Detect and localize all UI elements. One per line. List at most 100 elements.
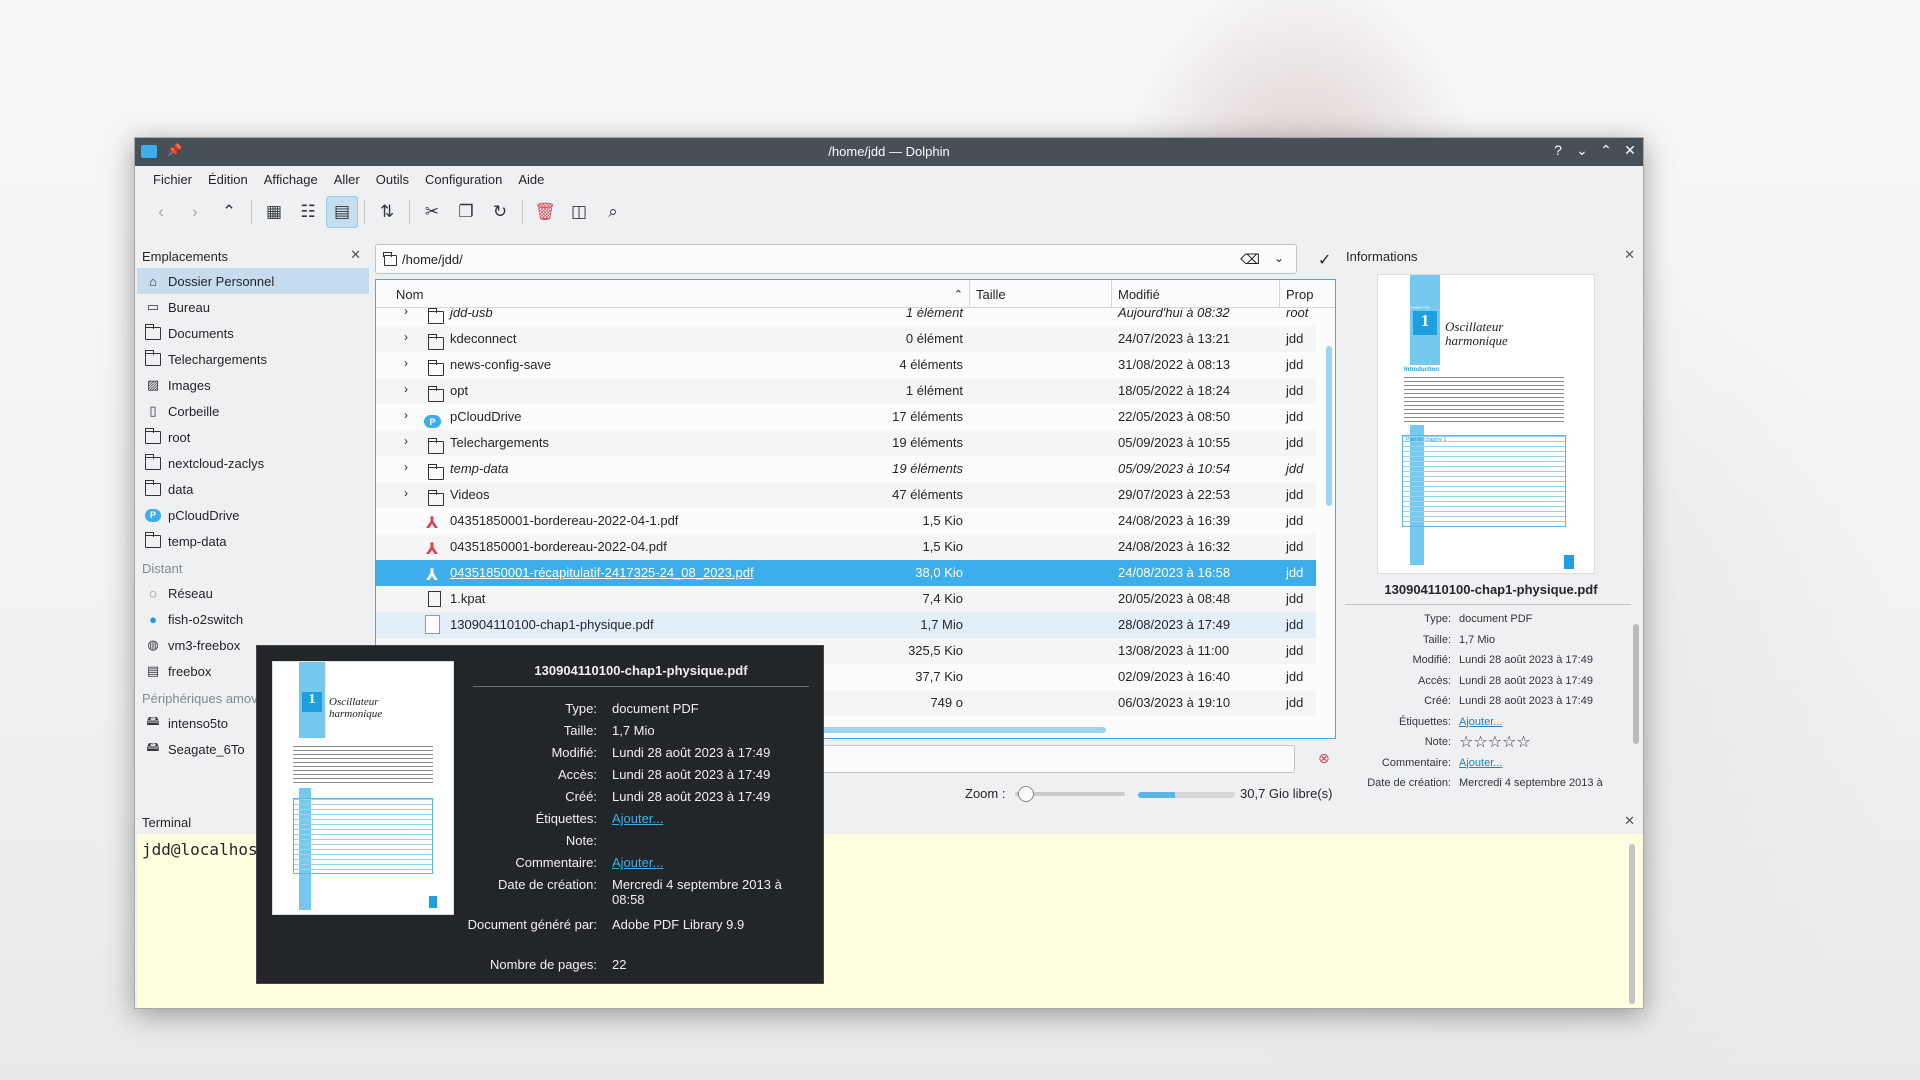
file-size: 38,0 Kio xyxy=(915,565,963,580)
expand-arrow-icon[interactable]: › xyxy=(404,308,408,318)
checkmark-icon[interactable]: ✓ xyxy=(1318,250,1331,270)
image-icon: ▨ xyxy=(146,377,160,392)
vertical-scrollbar[interactable] xyxy=(1326,346,1332,506)
add-link[interactable]: Ajouter... xyxy=(1459,716,1629,728)
file-row[interactable]: ⅄ 04351850001-bordereau-2022-04.pdf 1,5 Ki… xyxy=(376,534,1316,560)
search-button[interactable]: ⌕ xyxy=(597,196,629,228)
location-bar[interactable]: /home/jdd/ ⌫ ⌄ xyxy=(375,244,1297,274)
help-button[interactable]: ? xyxy=(1549,142,1567,158)
file-size: 1,5 Kio xyxy=(922,513,963,528)
file-row[interactable]: 1.kpat 7,4 Kio 20/05/2023 à 08:48 jdd xyxy=(376,586,1316,612)
pdf-thumbnail-icon xyxy=(425,615,440,634)
menu-configuration[interactable]: Configuration xyxy=(417,172,510,187)
back-button[interactable]: ‹ xyxy=(145,196,177,228)
close-button[interactable]: ✕ xyxy=(1621,142,1639,159)
menu-aller[interactable]: Aller xyxy=(326,172,368,187)
file-modified: Aujourd'hui à 08:32 xyxy=(1118,308,1230,320)
free-space-fill xyxy=(1138,792,1175,798)
column-size[interactable]: Taille xyxy=(970,280,1112,308)
file-row[interactable]: ⅄ 04351850001-bordereau-2022-04-1.pdf 1,5 … xyxy=(376,508,1316,534)
file-row[interactable]: › temp-data 19 éléments 05/09/2023 à 10:54 j… xyxy=(376,456,1316,482)
close-icon[interactable]: ✕ xyxy=(1624,247,1635,263)
menu-affichage[interactable]: Affichage xyxy=(256,172,326,187)
expand-arrow-icon[interactable]: › xyxy=(404,434,408,448)
info-key: Date de création: xyxy=(1367,777,1451,789)
place-item[interactable]: ⌂ Dossier Personnel xyxy=(137,268,369,294)
forward-button[interactable]: › xyxy=(179,196,211,228)
close-icon[interactable]: ✕ xyxy=(350,247,361,263)
pdf-icon: ⅄ xyxy=(426,515,439,532)
add-link[interactable]: Ajouter... xyxy=(612,855,812,870)
zoom-slider-handle[interactable] xyxy=(1018,786,1034,802)
file-row[interactable]: 130904110100-chap1-physique.pdf 1,7 Mio 28… xyxy=(376,612,1316,638)
tooltip-key: Commentaire: xyxy=(515,855,597,870)
minimize-button[interactable]: ⌄ xyxy=(1573,142,1591,159)
file-size: 17 éléments xyxy=(892,409,963,424)
chevron-down-icon[interactable]: ⌄ xyxy=(1274,251,1284,265)
compact-view-icon: ☷ xyxy=(300,202,316,221)
menu-outils[interactable]: Outils xyxy=(368,172,417,187)
column-modified[interactable]: Modifié xyxy=(1112,280,1280,308)
add-link[interactable]: Ajouter... xyxy=(612,811,812,826)
place-item[interactable]: ▨ Images xyxy=(137,372,369,398)
column-owner[interactable]: Prop xyxy=(1280,280,1320,308)
file-row[interactable]: ⅄ 04351850001-récapitulatif-2417325-24_08… xyxy=(376,560,1316,586)
info-key: Étiquettes: xyxy=(1399,715,1451,728)
rating-stars[interactable]: ☆☆☆☆☆ xyxy=(1459,732,1629,752)
place-item[interactable]: PpCloudDrive xyxy=(137,502,369,528)
place-item[interactable]: temp-data xyxy=(137,528,369,554)
file-row[interactable]: › kdeconnect 0 élément 24/07/2023 à 13:21 jd… xyxy=(376,326,1316,352)
menu-edition[interactable]: Édition xyxy=(200,172,256,187)
file-row[interactable]: › news-config-save 4 éléments 31/08/2022 à … xyxy=(376,352,1316,378)
place-item[interactable]: Telechargements xyxy=(137,346,369,372)
file-row[interactable]: › opt 1 élément 18/05/2022 à 18:24 jdd xyxy=(376,378,1316,404)
reload-button[interactable]: ↻ xyxy=(484,196,516,228)
terminal-scrollbar[interactable] xyxy=(1629,844,1635,1004)
details-view-button[interactable]: ▤ xyxy=(326,196,358,228)
file-row[interactable]: › Telechargements 19 éléments 05/09/2023 à … xyxy=(376,430,1316,456)
place-item[interactable]: ▯ Corbeille xyxy=(137,398,369,424)
file-row[interactable]: › Videos 47 éléments 29/07/2023 à 22:53 jdd xyxy=(376,482,1316,508)
file-size: 325,5 Kio xyxy=(908,643,963,658)
horizontal-scrollbar[interactable] xyxy=(806,727,1106,733)
title-bar[interactable]: 📌 /home/jdd — Dolphin ? ⌄ ⌃ ✕ xyxy=(135,138,1643,166)
file-row[interactable]: › PpCloudDrive 17 éléments 22/05/2023 à 08:… xyxy=(376,404,1316,430)
place-item[interactable]: Documents xyxy=(137,320,369,346)
maximize-button[interactable]: ⌃ xyxy=(1597,142,1615,159)
file-name: news-config-save xyxy=(450,357,552,372)
close-filter-icon[interactable]: ⊗ xyxy=(1318,750,1330,767)
expand-arrow-icon[interactable]: › xyxy=(404,408,408,422)
terminal-prompt[interactable]: jdd@localhost xyxy=(142,840,267,859)
menu-fichier[interactable]: Fichier xyxy=(145,172,200,187)
copy-button[interactable]: ❐ xyxy=(450,196,482,228)
icons-view-button[interactable]: ▦ xyxy=(258,196,290,228)
menu-aide[interactable]: Aide xyxy=(510,172,552,187)
place-item[interactable]: ◌ Réseau xyxy=(137,580,369,606)
tooltip-key: Modifié: xyxy=(551,745,597,760)
compact-view-button[interactable]: ☷ xyxy=(292,196,324,228)
place-item[interactable]: ▭ Bureau xyxy=(137,294,369,320)
toolbar-separator xyxy=(409,200,410,224)
split-view-button[interactable]: ◫ xyxy=(563,196,595,228)
place-item[interactable]: nextcloud-zaclys xyxy=(137,450,369,476)
place-item[interactable]: ● fish-o2switch xyxy=(137,606,369,632)
info-scrollbar[interactable] xyxy=(1633,624,1639,744)
place-item[interactable]: data xyxy=(137,476,369,502)
file-row[interactable]: › jdd-usb 1 élément Aujourd'hui à 08:32 root xyxy=(376,308,1316,326)
delete-button[interactable]: 🗑 xyxy=(529,196,561,228)
clear-text-icon[interactable]: ⌫ xyxy=(1240,251,1260,268)
sort-button[interactable]: ⇅ xyxy=(371,196,403,228)
expand-arrow-icon[interactable]: › xyxy=(404,486,408,500)
cut-button[interactable]: ✂ xyxy=(416,196,448,228)
close-icon[interactable]: ✕ xyxy=(1624,813,1635,829)
expand-arrow-icon[interactable]: › xyxy=(404,382,408,396)
expand-arrow-icon[interactable]: › xyxy=(404,460,408,474)
column-name[interactable]: Nom ⌃ xyxy=(390,280,970,308)
file-name: Telechargements xyxy=(450,435,549,450)
add-link[interactable]: Ajouter... xyxy=(1459,757,1629,769)
expand-arrow-icon[interactable]: › xyxy=(404,356,408,370)
free-space-bar xyxy=(1138,792,1235,798)
expand-arrow-icon[interactable]: › xyxy=(404,330,408,344)
place-item[interactable]: root xyxy=(137,424,369,450)
up-button[interactable]: ⌃ xyxy=(213,196,245,228)
